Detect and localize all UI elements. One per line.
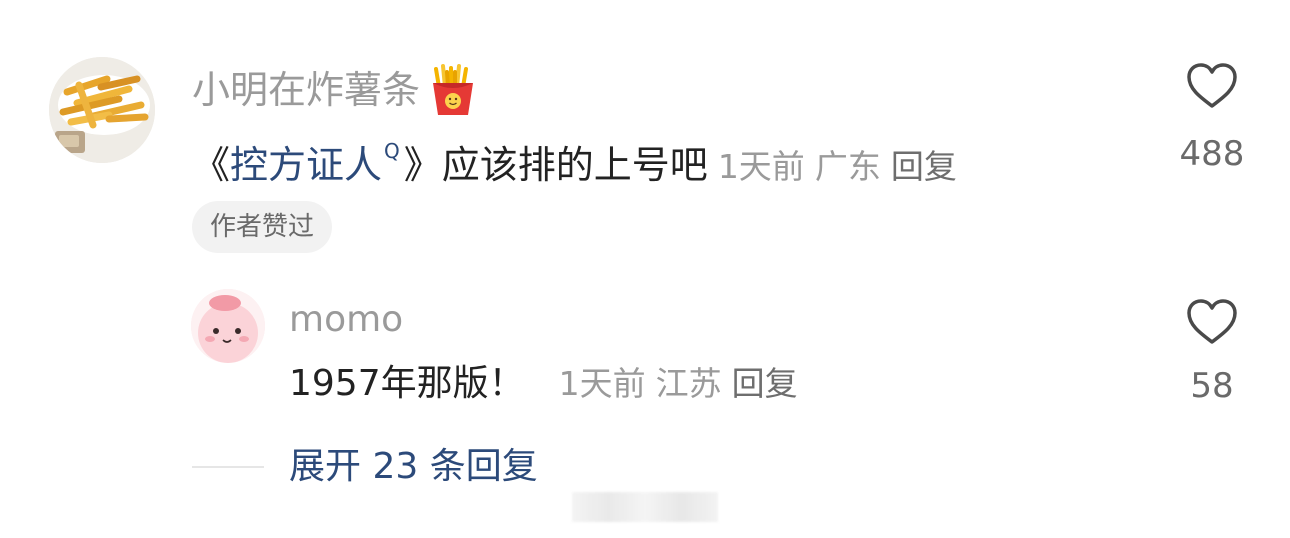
reply-meta: 1天前 江苏 回复 [559,364,798,403]
comment-location: 广东 [814,147,881,186]
reply-reply-button[interactable]: 回复 [732,364,798,403]
reply-location: 江苏 [655,364,722,403]
comment-username[interactable]: 小明在炸薯条 [192,68,420,112]
reply-text: 1957年那版！ 1天前 江苏 回复 [289,362,798,406]
search-icon[interactable]: Q [384,139,400,163]
comment-reply-button[interactable]: 回复 [891,147,957,186]
cartoon-avatar [191,289,265,363]
comment-time: 1天前 [717,147,805,186]
heart-icon[interactable] [1186,298,1238,346]
reply-like[interactable]: 58 [1152,298,1272,406]
reply-like-count: 58 [1190,366,1234,406]
reply-time: 1天前 [558,364,646,403]
reply-avatar[interactable] [191,289,265,363]
comment-like-count: 488 [1179,134,1245,174]
expand-divider [192,466,264,468]
reply-username[interactable]: momo [289,299,403,341]
comment-body: 应该排的上号吧 [441,143,708,187]
open-bracket: 《 [192,143,231,187]
heart-icon[interactable] [1186,62,1238,110]
expand-replies-button[interactable]: 展开 23 条回复 [289,445,538,489]
french-fries-emoji-icon [430,63,476,117]
comment-header: 小明在炸薯条 [192,63,476,117]
comment-meta: 1天前 广东 回复 [718,147,957,186]
reply-body: 1957年那版！ [289,363,525,404]
blurred-overlay [572,492,718,522]
comment-text: 《控方证人 Q 》应该排的上号吧 1天前 广东 回复 [192,128,957,190]
close-bracket: 》 [403,143,442,187]
comment-like[interactable]: 488 [1152,62,1272,174]
search-link[interactable]: 控方证人 [230,143,382,187]
fries-photo [49,57,155,163]
author-liked-badge: 作者赞过 [192,201,333,253]
comment-avatar[interactable] [49,57,155,163]
